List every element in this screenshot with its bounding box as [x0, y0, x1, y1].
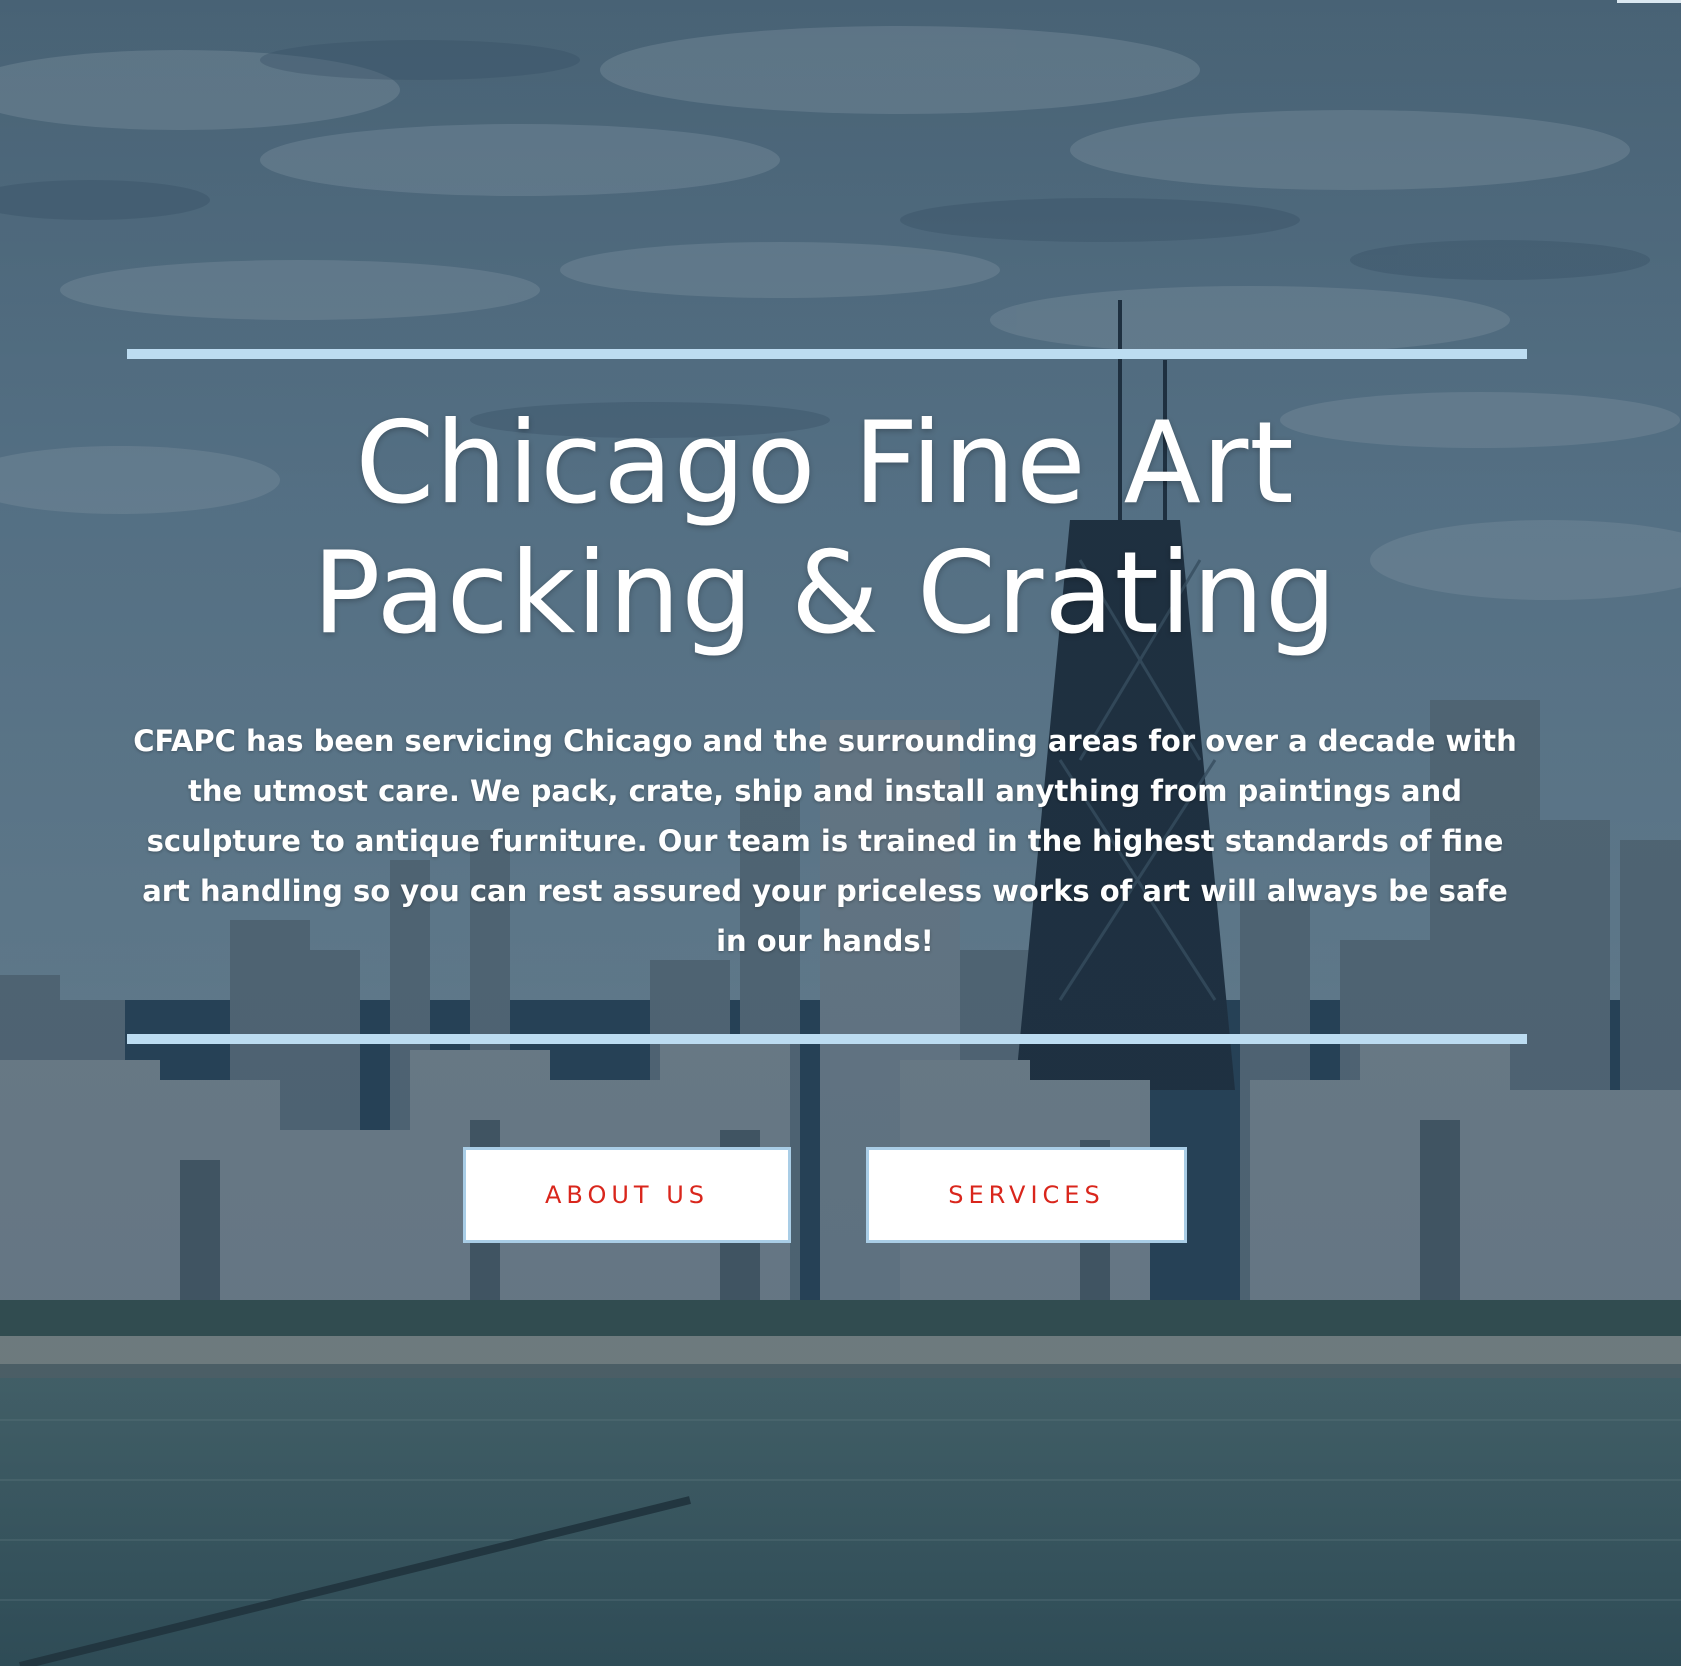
- services-button[interactable]: SERVICES: [866, 1147, 1187, 1243]
- bottom-divider: [127, 1034, 1527, 1044]
- hero-description: CFAPC has been servicing Chicago and the…: [133, 724, 1517, 958]
- hero-title-line-2: Packing & Crating: [312, 527, 1338, 659]
- about-us-button[interactable]: ABOUT US: [463, 1147, 791, 1243]
- top-divider: [127, 349, 1527, 359]
- corner-accent: [1617, 0, 1681, 3]
- hero-title-line-1: Chicago Fine Art: [355, 397, 1295, 529]
- hero-title: Chicago Fine Art Packing & Crating: [90, 398, 1560, 658]
